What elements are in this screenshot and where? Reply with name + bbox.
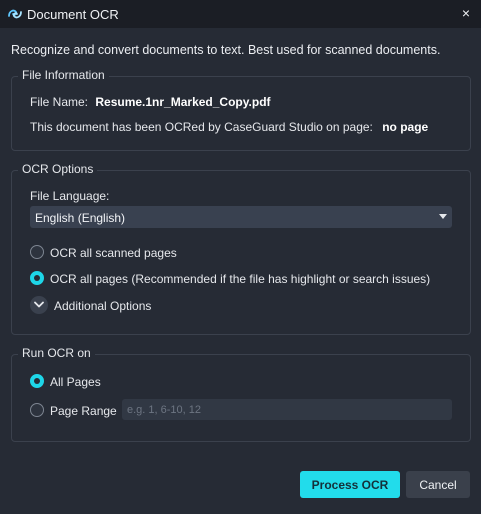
file-language-select[interactable]: English (English): [30, 206, 452, 228]
ocr-status-text: This document has been OCRed by CaseGuar…: [30, 120, 373, 134]
file-language-value: English (English): [35, 211, 126, 225]
additional-options-label[interactable]: Additional Options: [54, 299, 151, 313]
radio-page-range-label[interactable]: Page Range: [50, 404, 117, 418]
file-information-group: File Information File Name: Resume.1nr_M…: [11, 68, 471, 151]
radio-all-pages[interactable]: [30, 374, 44, 388]
file-information-title: File Information: [18, 68, 109, 82]
dropdown-caret-icon: [439, 214, 447, 219]
file-name-label: File Name:: [30, 95, 89, 109]
close-icon[interactable]: ×: [457, 4, 475, 22]
file-name-value: Resume.1nr_Marked_Copy.pdf: [95, 95, 271, 109]
title-bar: Document OCR ×: [0, 0, 481, 28]
run-ocr-on-title: Run OCR on: [18, 346, 95, 360]
ocr-options-title: OCR Options: [18, 162, 98, 176]
ocr-options-group: OCR Options File Language: English (Engl…: [11, 162, 471, 335]
chevron-down-icon: [34, 301, 44, 308]
cancel-button[interactable]: Cancel: [406, 471, 470, 498]
additional-options-toggle[interactable]: [30, 296, 48, 314]
intro-text: Recognize and convert documents to text.…: [11, 43, 441, 57]
run-ocr-on-group: Run OCR on All Pages Page Range: [11, 346, 471, 442]
file-name-row: File Name: Resume.1nr_Marked_Copy.pdf: [30, 95, 271, 109]
ocr-status-value: no page: [382, 120, 429, 134]
radio-page-range[interactable]: [30, 403, 44, 417]
page-range-input[interactable]: [122, 399, 452, 420]
window-title: Document OCR: [27, 7, 119, 22]
radio-ocr-scanned-pages-label[interactable]: OCR all scanned pages: [50, 246, 177, 260]
radio-ocr-all-pages[interactable]: [30, 271, 44, 285]
file-language-label: File Language:: [30, 189, 110, 203]
process-ocr-button[interactable]: Process OCR: [300, 471, 400, 498]
radio-ocr-scanned-pages[interactable]: [30, 245, 44, 259]
app-logo-icon: [8, 9, 22, 19]
ocr-status-row: This document has been OCRed by CaseGuar…: [30, 120, 428, 134]
radio-ocr-all-pages-label[interactable]: OCR all pages (Recommended if the file h…: [50, 272, 430, 286]
radio-all-pages-label[interactable]: All Pages: [50, 375, 101, 389]
